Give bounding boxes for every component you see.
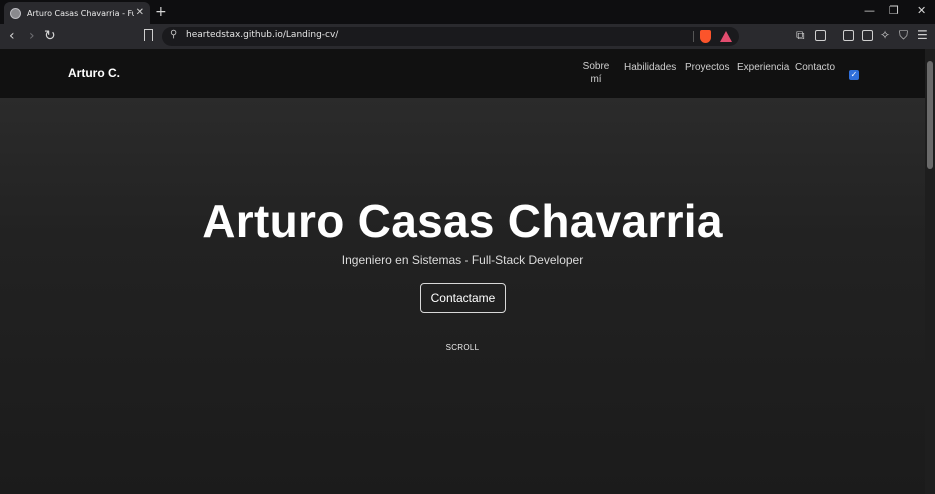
- nav-link-about[interactable]: Sobre mí: [580, 60, 612, 86]
- browser-toolbar: ‹ › ↻ ⚲ heartedstax.github.io/Landing-cv…: [0, 24, 935, 49]
- hero-subtitle: Ingeniero en Sistemas - Full-Stack Devel…: [341, 253, 584, 267]
- nav-link-projects[interactable]: Proyectos: [685, 62, 729, 73]
- hero-title: Arturo Casas Chavarria: [202, 195, 723, 247]
- nav-link-experience[interactable]: Experiencia: [737, 62, 789, 73]
- extensions-icon[interactable]: ⧉: [796, 27, 805, 43]
- globe-icon: [10, 7, 21, 19]
- minimize-button[interactable]: —: [864, 4, 875, 18]
- contact-button[interactable]: Contactame: [420, 283, 506, 313]
- site-brand[interactable]: Arturo C.: [68, 66, 120, 80]
- scrollbar-thumb[interactable]: [927, 61, 933, 169]
- forward-button[interactable]: ›: [29, 28, 35, 44]
- bookmark-icon[interactable]: [144, 29, 153, 41]
- brave-shields-icon[interactable]: [700, 30, 711, 43]
- address-bar[interactable]: ⚲ heartedstax.github.io/Landing-cv/: [162, 27, 739, 46]
- sidebar-icon[interactable]: [843, 30, 854, 41]
- site-info-icon[interactable]: ⚲: [170, 29, 177, 40]
- nav-link-contact[interactable]: Contacto: [795, 62, 835, 73]
- theme-toggle-checkbox[interactable]: ✓: [849, 70, 859, 80]
- back-button[interactable]: ‹: [9, 28, 15, 44]
- new-tab-button[interactable]: +: [155, 3, 167, 21]
- site-navbar: Arturo C. Sobre mí Habilidades Proyectos…: [0, 49, 925, 98]
- browser-tab[interactable]: Arturo Casas Chavarria - Full-Stac ✕: [4, 2, 150, 24]
- tab-strip: Arturo Casas Chavarria - Full-Stac ✕ + —…: [0, 0, 935, 24]
- reload-button[interactable]: ↻: [44, 28, 56, 44]
- reader-mode-icon[interactable]: [815, 30, 826, 41]
- hero-section: Arturo Casas Chavarria Ingeniero en Sist…: [0, 98, 925, 494]
- restore-button[interactable]: ❐: [889, 4, 899, 18]
- scroll-hint[interactable]: SCROLL: [0, 343, 925, 352]
- divider: [693, 31, 694, 42]
- url-text[interactable]: heartedstax.github.io/Landing-cv/: [186, 30, 338, 40]
- vpn-shield-icon[interactable]: ⛉: [899, 27, 908, 43]
- brave-rewards-icon[interactable]: [720, 31, 732, 42]
- page-scrollbar[interactable]: [925, 49, 935, 494]
- tab-title: Arturo Casas Chavarria - Full-Stac: [27, 8, 134, 18]
- menu-icon[interactable]: ☰: [917, 27, 928, 43]
- wallet-icon[interactable]: [862, 30, 873, 41]
- leo-ai-icon[interactable]: ✧: [880, 27, 890, 43]
- close-icon[interactable]: ✕: [136, 8, 144, 18]
- close-window-button[interactable]: ✕: [917, 4, 926, 18]
- nav-link-skills[interactable]: Habilidades: [624, 62, 676, 73]
